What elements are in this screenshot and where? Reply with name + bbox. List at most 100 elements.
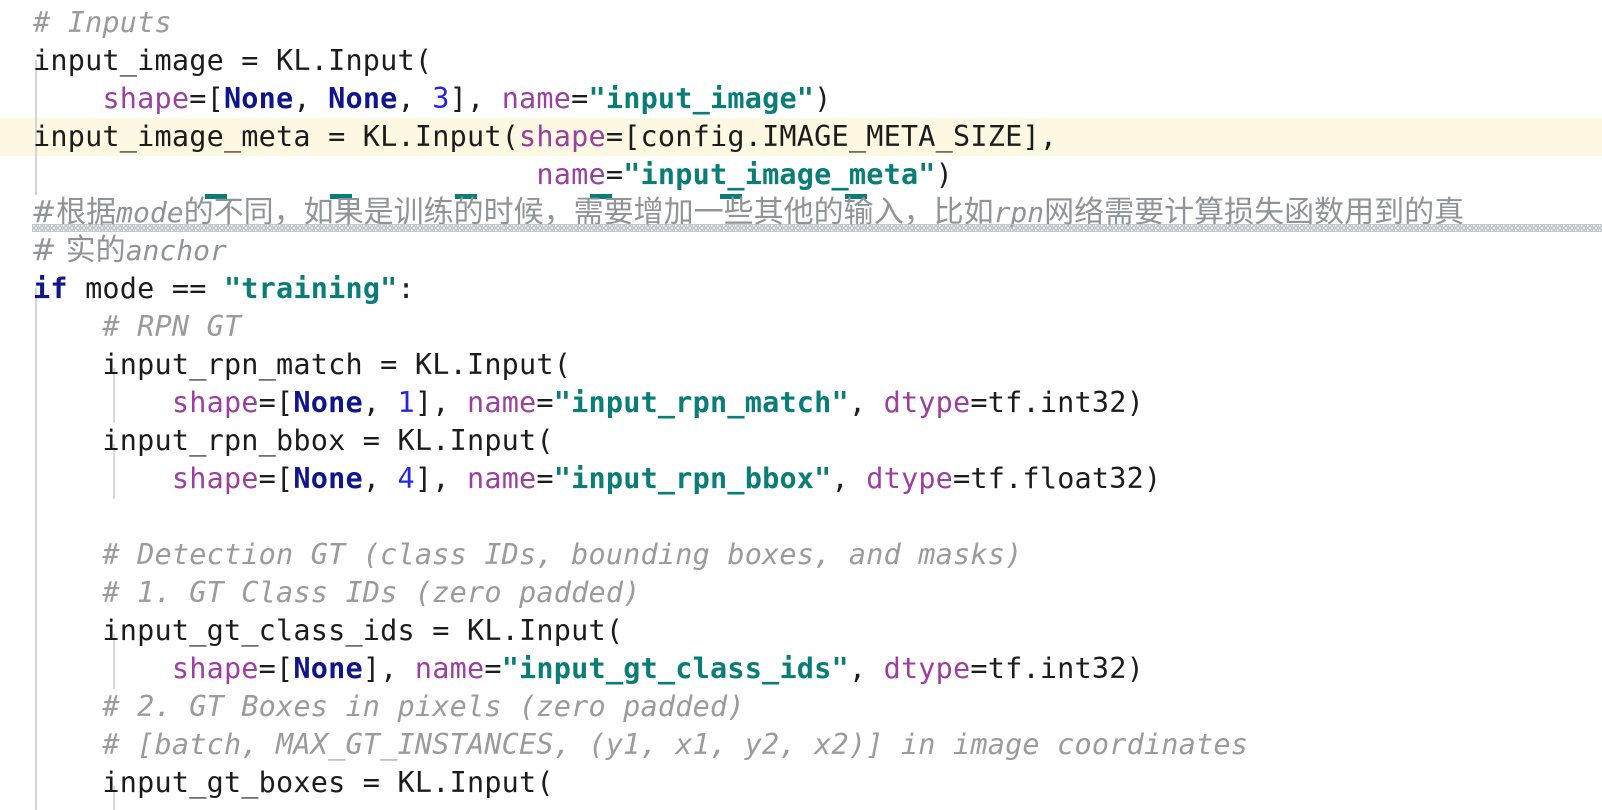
code-token: ], xyxy=(449,82,502,115)
code-token: =[config.IMAGE_META_SIZE], xyxy=(605,120,1058,153)
code-line[interactable] xyxy=(0,498,1602,536)
code-token: =tf.int32) xyxy=(970,386,1144,419)
code-token: mode == xyxy=(67,272,224,305)
code-token: 的不同，如果是训练的时候，需要增加一些其他的输入，比如 xyxy=(183,195,994,230)
code-token: # 2. GT Boxes in pixels (zero padded) xyxy=(33,690,745,723)
code-token: , xyxy=(293,82,329,115)
code-token: "training" xyxy=(223,272,398,305)
code-token: , xyxy=(362,386,398,419)
code-token: shape xyxy=(171,462,259,495)
code-token: "input_image_meta" xyxy=(623,158,936,191)
code-token: if xyxy=(33,272,68,305)
code-line[interactable]: shape=[None, 4], name="input_rpn_bbox", … xyxy=(0,460,1602,498)
code-token: ) xyxy=(814,82,832,115)
code-token: input_gt_boxes = KL.Input( xyxy=(33,766,554,799)
code-token: =[ xyxy=(258,462,294,495)
code-token: : xyxy=(397,272,415,305)
code-token: name xyxy=(501,82,572,115)
code-token: None xyxy=(293,462,363,495)
code-token: # RPN GT xyxy=(33,310,242,343)
code-token: 网络需要计算损失函数用到的真 xyxy=(1044,195,1465,230)
code-token: None xyxy=(293,386,363,419)
code-token: =[ xyxy=(258,386,294,419)
code-token: "input_rpn_bbox" xyxy=(553,462,832,495)
code-token: # 实的 xyxy=(31,233,126,268)
code-line[interactable]: shape=[None, None, 3], name="input_image… xyxy=(0,80,1602,118)
code-token: name xyxy=(414,652,485,685)
code-token: "input_gt_class_ids" xyxy=(501,652,849,685)
code-token: shape xyxy=(171,386,259,419)
code-line[interactable]: # [batch, MAX_GT_INSTANCES, (y1, x1, y2,… xyxy=(0,726,1602,764)
code-token: name xyxy=(466,386,537,419)
code-line[interactable]: input_gt_boxes = KL.Input( xyxy=(0,764,1602,802)
code-token: =tf.float32) xyxy=(953,462,1162,495)
code-line[interactable]: if mode == "training": xyxy=(0,270,1602,308)
code-line[interactable]: input_image_meta = KL.Input(shape=[confi… xyxy=(0,118,1602,156)
code-token: shape xyxy=(171,652,259,685)
code-token: 4 xyxy=(397,462,415,495)
code-token: , xyxy=(848,386,884,419)
code-line[interactable]: name="input_image_meta") xyxy=(0,156,1602,194)
code-line[interactable]: # Inputs xyxy=(0,4,1602,42)
code-token: shape xyxy=(102,82,190,115)
code-token: None xyxy=(328,82,398,115)
code-token: # Inputs xyxy=(33,6,172,39)
code-token: dtype xyxy=(883,652,971,685)
code-token: # 1. GT Class IDs (zero padded) xyxy=(33,576,641,609)
code-token: =[ xyxy=(189,82,224,115)
code-token: input_gt_class_ids = KL.Input( xyxy=(33,614,624,647)
code-line[interactable]: shape=[None, 1], name="input_rpn_match",… xyxy=(0,384,1602,422)
code-line[interactable]: # RPN GT xyxy=(0,308,1602,346)
code-line[interactable]: # 2. GT Boxes in pixels (zero padded) xyxy=(0,688,1602,726)
code-token: "input_rpn_match" xyxy=(553,386,849,419)
code-token: None xyxy=(223,82,294,115)
code-token: input_image_meta = KL.Input( xyxy=(33,120,520,153)
code-token: #根据 xyxy=(31,195,117,230)
code-token: ], xyxy=(414,462,467,495)
code-token: , xyxy=(362,462,398,495)
code-line[interactable]: input_rpn_match = KL.Input( xyxy=(0,346,1602,384)
code-line[interactable]: shape=[None], name="input_gt_class_ids",… xyxy=(0,650,1602,688)
code-line[interactable]: input_gt_class_ids = KL.Input( xyxy=(0,612,1602,650)
code-token: ) xyxy=(935,158,954,191)
code-token: rpn xyxy=(993,196,1045,229)
code-token: dtype xyxy=(883,386,971,419)
code-editor[interactable]: # Inputs input_image = KL.Input( shape=[N… xyxy=(0,0,1602,810)
code-token: input_rpn_bbox = KL.Input( xyxy=(33,424,554,457)
code-token: # [batch, MAX_GT_INSTANCES, (y1, x1, y2,… xyxy=(33,728,1249,761)
code-token: anchor xyxy=(125,234,227,267)
code-token: name xyxy=(536,158,606,191)
code-line[interactable]: input_rpn_bbox = KL.Input( xyxy=(0,422,1602,460)
code-token: dtype xyxy=(866,462,954,495)
code-token: = xyxy=(605,158,624,191)
code-token: shape xyxy=(519,120,606,153)
code-token: ], xyxy=(414,386,467,419)
code-line[interactable]: input_image = KL.Input( xyxy=(0,42,1602,80)
code-token: = xyxy=(536,462,554,495)
code-token: = xyxy=(484,652,502,685)
code-token: mode xyxy=(116,196,184,229)
code-token: # Detection GT (class IDs, bounding boxe… xyxy=(33,538,1023,571)
code-token: None xyxy=(293,652,363,685)
code-token: , xyxy=(848,652,884,685)
code-line-cjk-comment[interactable]: #根据mode的不同，如果是训练的时候，需要增加一些其他的输入，比如rpn网络需… xyxy=(0,194,1602,232)
code-token: input_image = KL.Input( xyxy=(33,44,433,77)
code-token: = xyxy=(536,386,554,419)
code-token: 1 xyxy=(397,386,415,419)
code-line-cjk-comment[interactable]: # 实的anchor xyxy=(0,232,1602,270)
code-token: 3 xyxy=(432,82,450,115)
code-token: , xyxy=(397,82,433,115)
code-token: ], xyxy=(362,652,415,685)
code-line[interactable]: # 1. GT Class IDs (zero padded) xyxy=(0,574,1602,612)
code-token: "input_image" xyxy=(588,82,815,115)
code-token: input_rpn_match = KL.Input( xyxy=(33,348,572,381)
code-token: name xyxy=(466,462,537,495)
code-token: =tf.int32) xyxy=(970,652,1144,685)
code-line[interactable]: # Detection GT (class IDs, bounding boxe… xyxy=(0,536,1602,574)
code-token: , xyxy=(831,462,867,495)
